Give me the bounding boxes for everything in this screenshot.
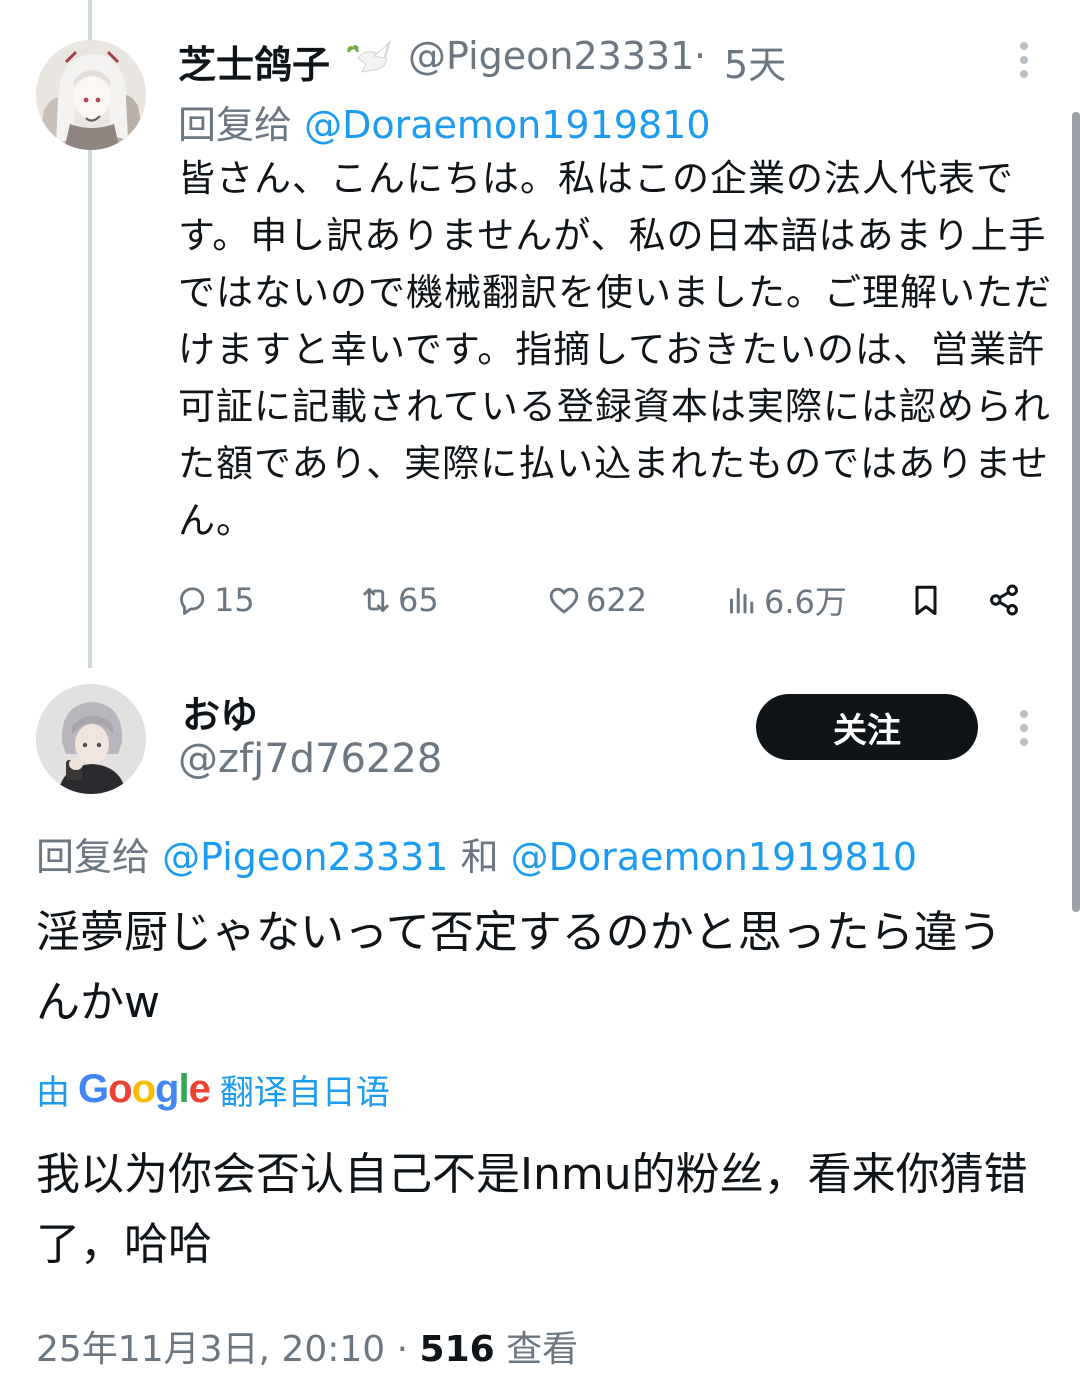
retweet-count: 65 (398, 581, 439, 619)
avatar[interactable] (36, 40, 146, 150)
tweet-text: 淫夢厨じゃないって否定するのかと思ったら違うんかw (36, 907, 1002, 1028)
views-label: 查看 (506, 1329, 579, 1370)
user-handle[interactable]: @Pigeon23331 (408, 34, 694, 78)
mention-link[interactable]: @Pigeon23331 (162, 835, 448, 879)
views-button[interactable]: 6.6万 (724, 572, 847, 628)
display-name[interactable]: おゆ (182, 684, 258, 739)
reply-context: 回复给 @Doraemon1919810 (178, 94, 711, 149)
reply-button[interactable]: 15 (174, 572, 255, 628)
like-count: 622 (586, 581, 648, 619)
mention-link[interactable]: @Doraemon1919810 (511, 835, 917, 879)
separator-dot: · (694, 34, 707, 78)
translation-attribution[interactable]: 由 Google 翻译自日语 (36, 1064, 390, 1114)
reply-prefix: 回复给 (36, 835, 151, 879)
display-name[interactable]: 芝士鸽子 (178, 34, 330, 89)
more-options-icon[interactable] (1014, 40, 1034, 80)
more-options-icon[interactable] (1014, 708, 1034, 748)
tweet-actions-bar: 15 65 622 6.6万 (0, 572, 1080, 628)
reply-context: 回复给 @Pigeon23331 和 @Doraemon1919810 (36, 826, 917, 881)
like-button[interactable]: 622 (546, 572, 647, 628)
reply-prefix: 回复给 (178, 103, 293, 147)
timestamp[interactable]: 5天 (724, 34, 786, 89)
mention-link[interactable]: @Doraemon1919810 (304, 103, 710, 147)
tweet-metadata: 25年11月3日, 20:10 · 516 查看 (36, 1320, 578, 1372)
dove-olive-branch-icon (344, 38, 392, 78)
translate-suffix: 翻译自日语 (219, 1072, 390, 1113)
bookmark-button[interactable] (908, 572, 948, 628)
share-icon (990, 584, 1018, 616)
reply-conjunction: 和 (460, 835, 499, 879)
user-handle[interactable]: @zfj7d76228 (178, 736, 442, 782)
reply-icon (180, 587, 205, 615)
bookmark-icon (915, 585, 937, 615)
translate-prefix: 由 (36, 1072, 70, 1113)
tweet-text: 皆さん、こんにちは。私はこの企業の法人代表です。申し訳ありませんが、私の日本語は… (178, 157, 1052, 542)
views-count: 516 (419, 1329, 495, 1370)
analytics-icon (730, 588, 754, 614)
share-button[interactable] (986, 572, 1026, 628)
separator-dot: · (396, 1329, 409, 1370)
scrollbar[interactable] (1072, 112, 1080, 912)
views-count: 6.6万 (764, 583, 847, 621)
translated-text: 我以为你会否认自己不是Inmu的粉丝，看来你猜错了，哈哈 (36, 1149, 1028, 1270)
avatar[interactable] (36, 684, 146, 794)
follow-button[interactable]: 关注 (756, 694, 978, 760)
google-logo: Google (78, 1066, 211, 1111)
retweet-button[interactable]: 65 (358, 572, 439, 628)
retweet-icon (363, 588, 389, 612)
heart-icon (549, 587, 579, 614)
post-datetime[interactable]: 25年11月3日, 20:10 (36, 1329, 385, 1370)
reply-count: 15 (214, 581, 255, 619)
